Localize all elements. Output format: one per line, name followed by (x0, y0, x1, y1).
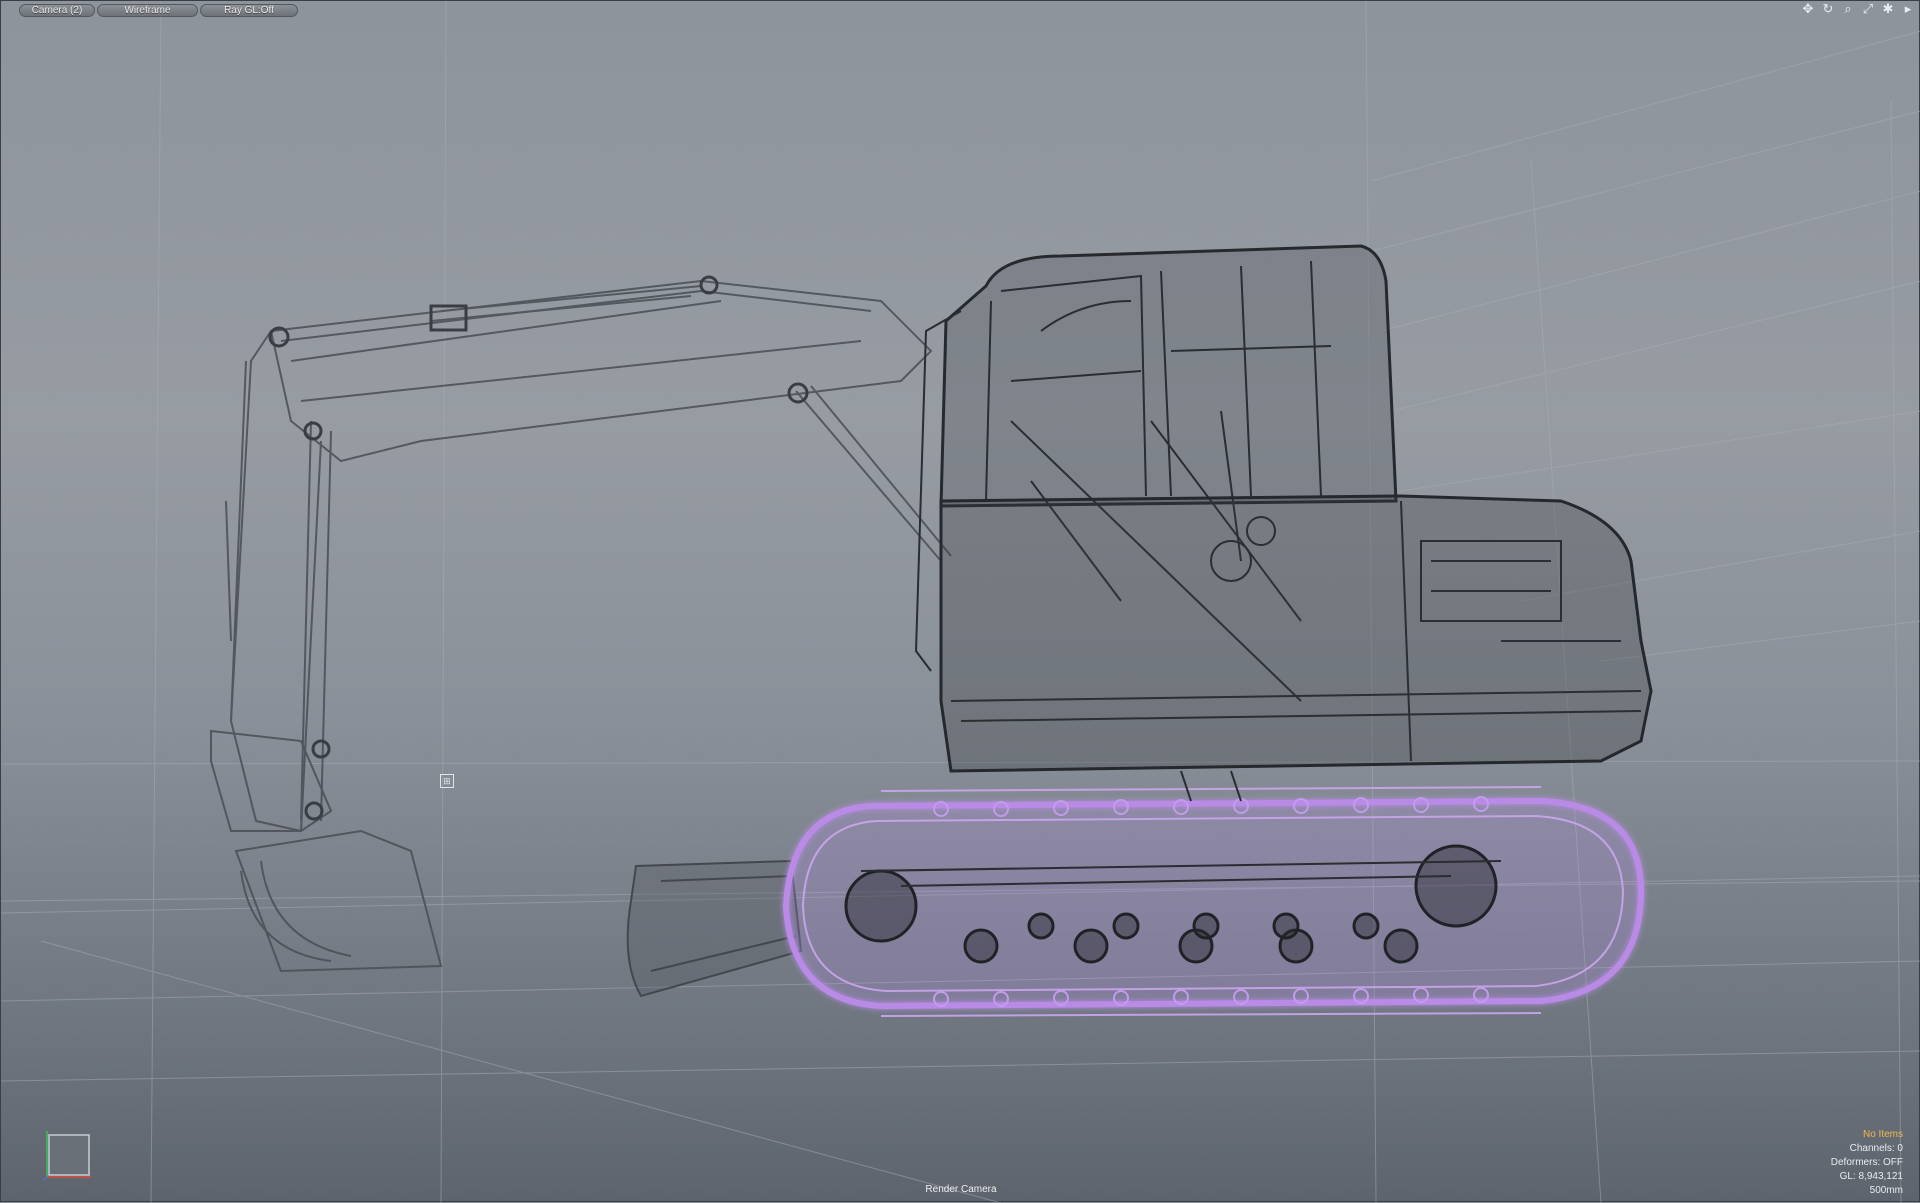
shading-mode-button[interactable]: Wireframe (97, 4, 198, 17)
settings-icon[interactable]: ✱ (1881, 2, 1895, 16)
fit-icon[interactable]: ⤢ (1861, 2, 1875, 16)
pan-icon[interactable]: ✥ (1801, 2, 1815, 16)
upper-body (939, 494, 1653, 773)
channels-count: Channels: 0 (1849, 1143, 1903, 1154)
viewport-nav-icons: ✥ ↻ ⌕ ⤢ ✱ ▸ (1801, 2, 1915, 18)
rotate-icon[interactable]: ↻ (1821, 2, 1835, 16)
render-camera-label: Render Camera (925, 1184, 997, 1195)
3d-viewport[interactable]: Camera (2) Wireframe Ray GL:Off ✥ ↻ ⌕ ⤢ … (0, 0, 1920, 1203)
camera-select-button[interactable]: Camera (2) (19, 4, 95, 17)
deformers-status: Deformers: OFF (1830, 1157, 1903, 1168)
raygl-toggle-button[interactable]: Ray GL:Off (200, 4, 298, 17)
item-pivot-icon[interactable]: ⊞ (440, 774, 454, 788)
selection-status: No Items (1862, 1129, 1903, 1140)
expand-arrow-icon[interactable]: ▸ (1901, 2, 1915, 16)
cab (939, 244, 1398, 508)
dozer-blade (626, 859, 803, 998)
gl-polycount: GL: 8,943,121 (1839, 1171, 1903, 1182)
zoom-icon[interactable]: ⌕ (1841, 2, 1855, 16)
viewport-toolbar: Camera (2) Wireframe Ray GL:Off ✥ ↻ ⌕ ⤢ … (1, 1, 1920, 21)
axis-gizmo (43, 1131, 91, 1181)
wireframe-scene[interactable] (1, 1, 1920, 1203)
